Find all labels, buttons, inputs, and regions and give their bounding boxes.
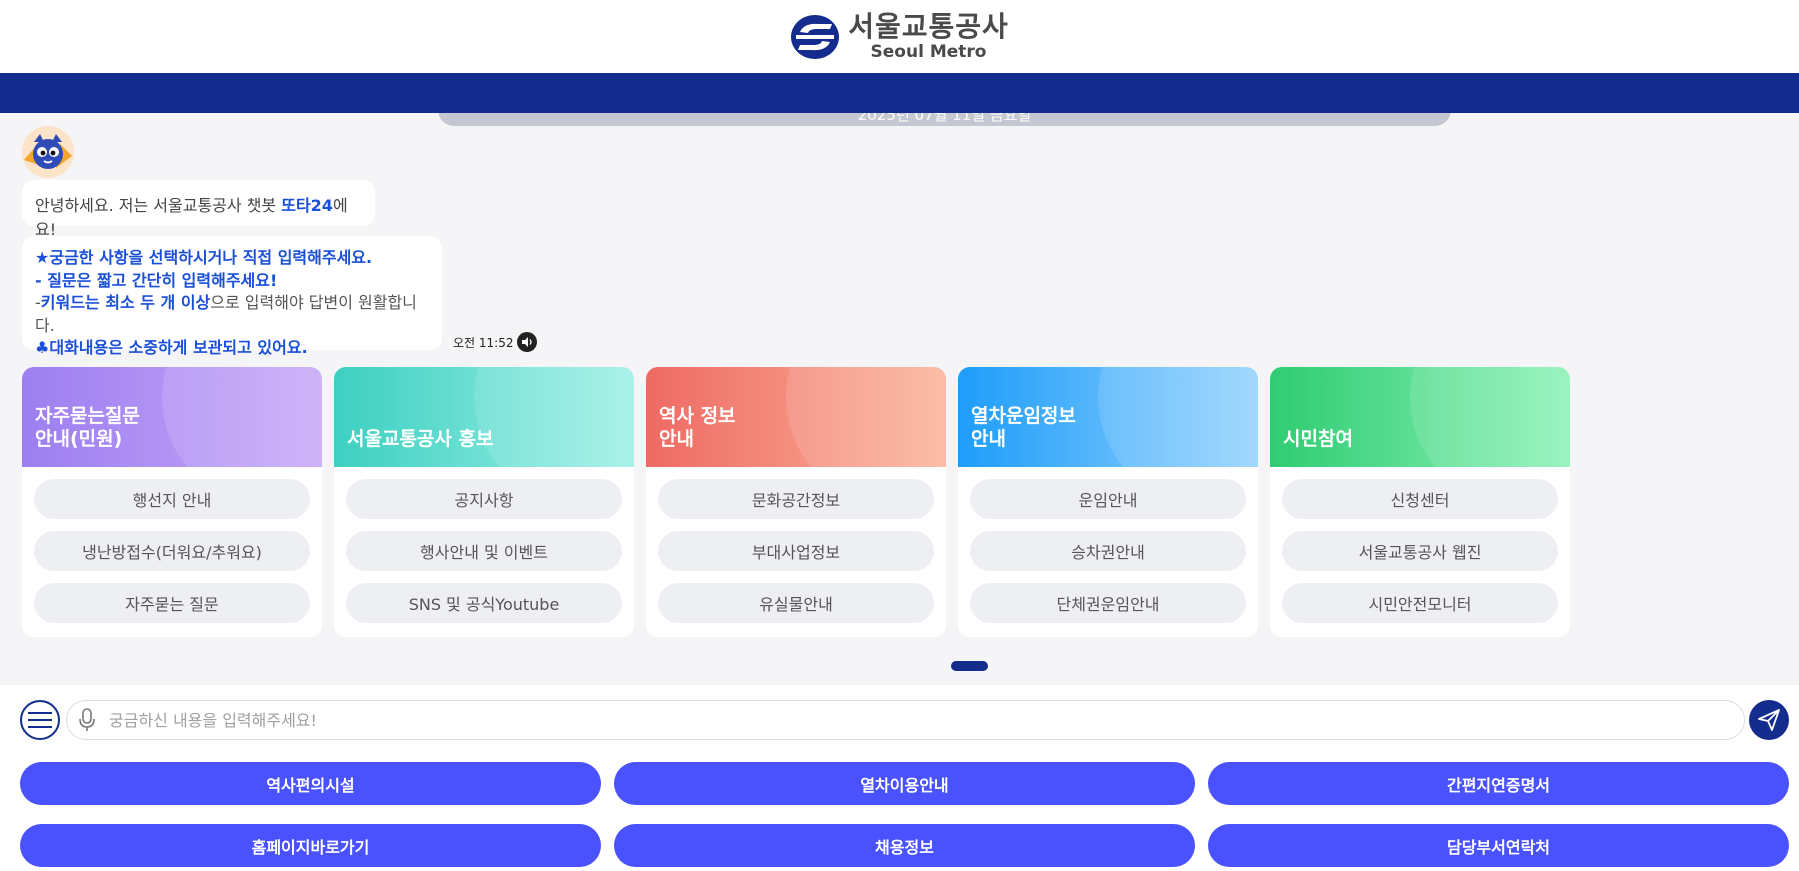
card-title: 열차운임정보 안내 (971, 405, 1076, 450)
info-line-1: ★궁금한 사항을 선택하시거나 직접 입력해주세요. (35, 248, 373, 267)
info-line-3: -키워드는 최소 두 개 이상으로 입력해야 답변이 원활합니다. (35, 292, 429, 337)
quick-button-recruitment[interactable]: 채용정보 (614, 824, 1195, 867)
logo-english-text: Seoul Metro (870, 41, 987, 62)
card-title: 서울교통공사 홍보 (347, 428, 494, 450)
card-header: 자주묻는질문 안내(민원) (22, 367, 322, 467)
card-header: 역사 정보 안내 (646, 367, 946, 467)
card-button[interactable]: 부대사업정보 (658, 531, 934, 571)
chat-area: 2025년 07월 11일 금요일 안녕하세요. 저는 서울교통공사 챗봇 또타… (0, 113, 1799, 685)
card-station-info: 역사 정보 안내 문화공간정보 부대사업정보 유실물안내 (646, 367, 946, 637)
info-line-2: - 질문은 짧고 간단히 입력해주세요! (35, 270, 278, 290)
card-header: 시민참여 (1270, 367, 1570, 467)
info-line-4: ♣대화내용은 소중하게 보관되고 있어요. (35, 338, 308, 357)
date-divider: 2025년 07월 11일 금요일 (438, 113, 1451, 126)
card-button[interactable]: 승차권안내 (970, 531, 1246, 571)
send-icon (1758, 709, 1780, 731)
card-header: 열차운임정보 안내 (958, 367, 1258, 467)
hamburger-line (28, 719, 52, 721)
card-faq: 자주묻는질문 안내(민원) 행선지 안내 냉난방접수(더워요/추워요) 자주묻는… (22, 367, 322, 637)
quick-button-homepage[interactable]: 홈페이지바로가기 (20, 824, 601, 867)
hamburger-line (28, 726, 52, 728)
hamburger-icon (28, 712, 52, 714)
message-input[interactable] (109, 710, 1609, 730)
card-button[interactable]: 행선지 안내 (34, 479, 310, 519)
card-button[interactable]: 운임안내 (970, 479, 1246, 519)
card-button[interactable]: 서울교통공사 웹진 (1282, 531, 1558, 571)
speaker-icon[interactable] (517, 332, 538, 352)
card-title: 역사 정보 안내 (659, 405, 736, 450)
card-header: 서울교통공사 홍보 (334, 367, 634, 467)
card-button[interactable]: 단체권운임안내 (970, 583, 1246, 623)
card-button[interactable]: SNS 및 공식Youtube (346, 583, 622, 623)
card-fare-info: 열차운임정보 안내 운임안내 승차권안내 단체권운임안내 (958, 367, 1258, 637)
card-button[interactable]: 냉난방접수(더워요/추워요) (34, 531, 310, 571)
card-button[interactable]: 공지사항 (346, 479, 622, 519)
card-title: 자주묻는질문 안내(민원) (35, 405, 140, 450)
seoul-metro-logo[interactable]: 서울교통공사 Seoul Metro (790, 9, 1009, 62)
header: 서울교통공사 Seoul Metro (0, 0, 1799, 73)
card-button[interactable]: 문화공간정보 (658, 479, 934, 519)
card-button[interactable]: 신청센터 (1282, 479, 1558, 519)
menu-cards: 자주묻는질문 안내(민원) 행선지 안내 냉난방접수(더워요/추워요) 자주묻는… (22, 367, 1570, 637)
card-button[interactable]: 행사안내 및 이벤트 (346, 531, 622, 571)
carousel-pager-dot[interactable] (951, 661, 988, 671)
quick-button-delay-certificate[interactable]: 간편지연증명서 (1208, 762, 1789, 805)
greeting-text: 안녕하세요. 저는 서울교통공사 챗봇 (35, 196, 282, 215)
info-line-3-keyword: 키워드는 (40, 293, 106, 312)
quick-menu: 역사편의시설 열차이용안내 간편지연증명서 홈페이지바로가기 채용정보 담당부서… (20, 762, 1790, 867)
ddota-mascot-icon (22, 126, 74, 178)
top-navbar (0, 73, 1799, 113)
card-button[interactable]: 시민안전모니터 (1282, 583, 1558, 623)
menu-button[interactable] (20, 700, 60, 740)
bot-avatar (22, 126, 74, 178)
card-citizen: 시민참여 신청센터 서울교통공사 웹진 시민안전모니터 (1270, 367, 1570, 637)
quick-button-train-guide[interactable]: 열차이용안내 (614, 762, 1195, 805)
card-promotion: 서울교통공사 홍보 공지사항 행사안내 및 이벤트 SNS 및 공식Youtub… (334, 367, 634, 637)
card-button[interactable]: 유실물안내 (658, 583, 934, 623)
bot-info-message: ★궁금한 사항을 선택하시거나 직접 입력해주세요. - 질문은 짧고 간단히 … (22, 236, 442, 357)
logo-korean-text: 서울교통공사 (848, 9, 1009, 43)
message-input-wrapper (66, 700, 1745, 740)
bot-greeting-message: 안녕하세요. 저는 서울교통공사 챗봇 또타24에요! (22, 180, 375, 239)
seoul-metro-logo-icon (791, 14, 840, 59)
send-button[interactable] (1749, 700, 1789, 740)
card-title: 시민참여 (1283, 428, 1353, 450)
info-line-3-min: 최소 두 개 이상 (105, 293, 211, 312)
quick-button-department-contacts[interactable]: 담당부서연락처 (1208, 824, 1789, 867)
card-button[interactable]: 자주묻는 질문 (34, 583, 310, 623)
bot-name: 또타24 (281, 196, 333, 215)
message-timestamp: 오전 11:52 (453, 335, 514, 350)
microphone-icon[interactable] (77, 707, 97, 733)
message-time: 오전 11:52 (453, 332, 538, 352)
quick-button-station-facilities[interactable]: 역사편의시설 (20, 762, 601, 805)
